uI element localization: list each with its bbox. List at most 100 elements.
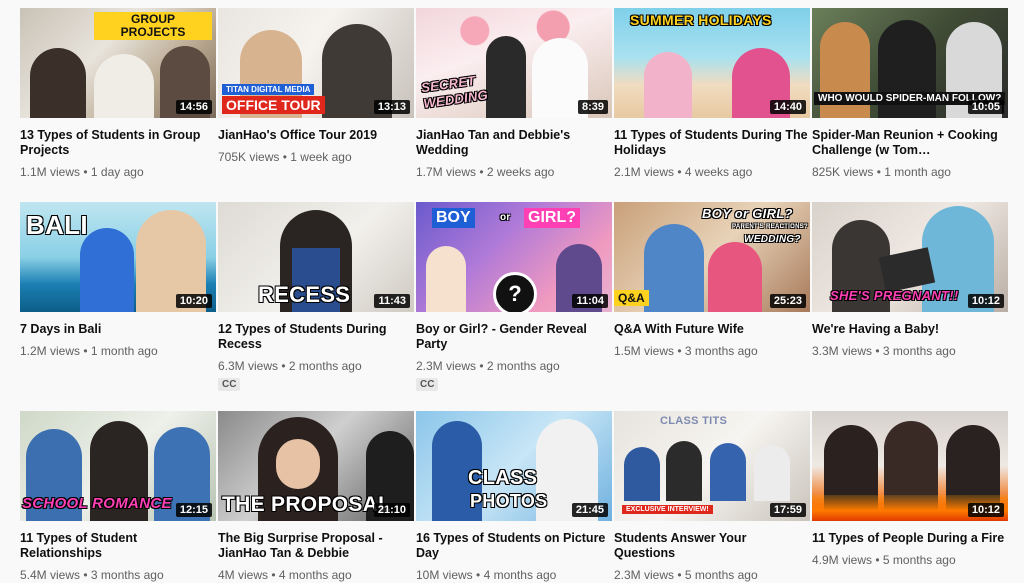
video-title[interactable]: Spider-Man Reunion + Cooking Challenge (… — [812, 128, 1008, 158]
question-icon: ? — [493, 272, 537, 312]
view-count: 2.1M views — [614, 165, 675, 179]
upload-age: 1 week ago — [290, 150, 352, 164]
thumbnail-caption: SHE'S PREGNANT!! — [830, 288, 959, 303]
video-title[interactable]: The Big Surprise Proposal - JianHao Tan … — [218, 531, 414, 561]
view-count: 1.2M views — [20, 344, 81, 358]
video-card[interactable]: RECESS 11:43 12 Types of Students During… — [218, 202, 414, 392]
video-thumbnail[interactable]: CLASS PHOTOS 21:45 — [416, 411, 612, 521]
video-meta: 2.3M views • 2 months ago — [416, 359, 612, 373]
video-thumbnail[interactable]: SECRET WEDDING 8:39 — [416, 8, 612, 118]
cc-badge: CC — [416, 378, 439, 391]
video-thumbnail[interactable]: WHO WOULD SPIDER-MAN FOLLOW? 10:05 — [812, 8, 1008, 118]
video-meta: 4M views • 4 months ago — [218, 568, 414, 582]
video-card[interactable]: WHO WOULD SPIDER-MAN FOLLOW? 10:05 Spide… — [812, 8, 1008, 179]
video-title[interactable]: 11 Types of Students During The Holidays — [614, 128, 810, 158]
video-meta: 10M views • 4 months ago — [416, 568, 612, 582]
video-card[interactable]: TITAN DIGITAL MEDIA OFFICE TOUR 13:13 Ji… — [218, 8, 414, 164]
separator-dot: • — [479, 359, 484, 373]
thumbnail-caption: SCHOOL ROMANCE — [22, 495, 172, 512]
video-thumbnail[interactable]: SCHOOL ROMANCE 12:15 — [20, 411, 216, 521]
video-title[interactable]: 16 Types of Students on Picture Day — [416, 531, 612, 561]
duration-badge: 10:12 — [967, 503, 1004, 517]
video-meta: 5.4M views • 3 months ago — [20, 568, 216, 582]
separator-dot: • — [875, 344, 880, 358]
video-thumbnail[interactable]: THE PROPOSAL 21:10 — [218, 411, 414, 521]
upload-age: 2 months ago — [486, 359, 560, 373]
video-thumbnail[interactable]: BOY or GIRL? PARENT'S REACTIONS? WEDDING… — [614, 202, 810, 312]
video-thumbnail[interactable]: BOY or GIRL? ? 11:04 — [416, 202, 612, 312]
separator-dot: • — [282, 150, 287, 164]
video-thumbnail[interactable]: 10:12 — [812, 411, 1008, 521]
video-card[interactable]: GROUP PROJECTS 14:56 13 Types of Student… — [20, 8, 216, 179]
video-card[interactable]: 10:12 11 Types of People During a Fire 4… — [812, 411, 1008, 567]
thumbnail-caption-2: GIRL? — [524, 208, 580, 228]
video-title[interactable]: JianHao's Office Tour 2019 — [218, 128, 414, 143]
video-title[interactable]: 13 Types of Students in Group Projects — [20, 128, 216, 158]
duration-badge: 17:59 — [769, 503, 806, 517]
video-card[interactable]: SECRET WEDDING 8:39 JianHao Tan and Debb… — [416, 8, 612, 179]
thumbnail-mid: or — [500, 212, 511, 223]
video-card[interactable]: BOY or GIRL? ? 11:04 Boy or Girl? - Gend… — [416, 202, 612, 392]
video-thumbnail[interactable]: GROUP PROJECTS 14:56 — [20, 8, 216, 118]
duration-badge: 25:23 — [769, 294, 806, 308]
video-card[interactable]: SCHOOL ROMANCE 12:15 11 Types of Student… — [20, 411, 216, 582]
video-title[interactable]: 11 Types of Student Relationships — [20, 531, 216, 561]
separator-dot: • — [83, 344, 88, 358]
video-card[interactable]: BOY or GIRL? PARENT'S REACTIONS? WEDDING… — [614, 202, 810, 358]
duration-badge: 21:45 — [571, 503, 608, 517]
thumbnail-caption: CLASS — [468, 467, 538, 489]
video-card[interactable]: BALI 10:20 7 Days in Bali 1.2M views • 1… — [20, 202, 216, 358]
video-title[interactable]: 7 Days in Bali — [20, 322, 216, 337]
view-count: 1.1M views — [20, 165, 81, 179]
separator-dot: • — [876, 165, 881, 179]
thumbnail-subcaption: PARENT'S REACTIONS? — [732, 224, 809, 230]
video-title[interactable]: JianHao Tan and Debbie's Wedding — [416, 128, 612, 158]
upload-age: 5 months ago — [882, 553, 956, 567]
video-card[interactable]: CLASS PHOTOS 21:45 16 Types of Students … — [416, 411, 612, 582]
video-thumbnail[interactable]: BALI 10:20 — [20, 202, 216, 312]
thumbnail-caption: GROUP PROJECTS — [94, 12, 212, 40]
video-thumbnail[interactable]: SUMMER HOLIDAYS 14:40 — [614, 8, 810, 118]
view-count: 705K views — [218, 150, 280, 164]
view-count: 4M views — [218, 568, 269, 582]
thumbnail-caption: BOY or GIRL? — [702, 206, 793, 221]
video-thumbnail[interactable]: CLASS TITS EXCLUSIVE INTERVIEW! 17:59 — [614, 411, 810, 521]
video-thumbnail[interactable]: RECESS 11:43 — [218, 202, 414, 312]
view-count: 2.3M views — [614, 568, 675, 582]
video-title[interactable]: We're Having a Baby! — [812, 322, 1008, 337]
separator-dot: • — [281, 359, 286, 373]
upload-age: 5 months ago — [684, 568, 758, 582]
cc-badge: CC — [218, 378, 241, 391]
thumbnail-subcaption: TITAN DIGITAL MEDIA — [222, 84, 315, 95]
video-title[interactable]: Q&A With Future Wife — [614, 322, 810, 337]
duration-badge: 14:56 — [175, 100, 212, 114]
thumbnail-caption-2: CLASS TITS — [660, 415, 728, 427]
video-meta: 1.5M views • 3 months ago — [614, 344, 810, 358]
video-title[interactable]: Boy or Girl? - Gender Reveal Party — [416, 322, 612, 352]
upload-age: 3 months ago — [882, 344, 956, 358]
video-meta: 1.2M views • 1 month ago — [20, 344, 216, 358]
upload-age: 4 months ago — [278, 568, 352, 582]
video-thumbnail[interactable]: SHE'S PREGNANT!! 10:12 — [812, 202, 1008, 312]
upload-age: 3 months ago — [684, 344, 758, 358]
video-meta: 1.7M views • 2 weeks ago — [416, 165, 612, 179]
video-thumbnail[interactable]: TITAN DIGITAL MEDIA OFFICE TOUR 13:13 — [218, 8, 414, 118]
video-meta: 6.3M views • 2 months ago — [218, 359, 414, 373]
thumbnail-caption: RECESS — [258, 282, 351, 307]
video-card[interactable]: SHE'S PREGNANT!! 10:12 We're Having a Ba… — [812, 202, 1008, 358]
thumbnail-caption: SUMMER HOLIDAYS — [630, 12, 772, 28]
video-card[interactable]: SUMMER HOLIDAYS 14:40 11 Types of Studen… — [614, 8, 810, 179]
duration-badge: 13:13 — [373, 100, 410, 114]
upload-age: 4 weeks ago — [684, 165, 753, 179]
video-title[interactable]: 11 Types of People During a Fire — [812, 531, 1008, 546]
thumbnail-caption: OFFICE TOUR — [222, 96, 325, 114]
video-card[interactable]: CLASS TITS EXCLUSIVE INTERVIEW! 17:59 St… — [614, 411, 810, 582]
duration-badge: 14:40 — [769, 100, 806, 114]
video-title[interactable]: 12 Types of Students During Recess — [218, 322, 414, 352]
video-card[interactable]: THE PROPOSAL 21:10 The Big Surprise Prop… — [218, 411, 414, 582]
video-title[interactable]: Students Answer Your Questions — [614, 531, 810, 561]
view-count: 1.7M views — [416, 165, 477, 179]
separator-dot: • — [479, 165, 484, 179]
duration-badge: 11:04 — [572, 294, 608, 308]
thumbnail-tag: Q&A — [614, 290, 649, 306]
